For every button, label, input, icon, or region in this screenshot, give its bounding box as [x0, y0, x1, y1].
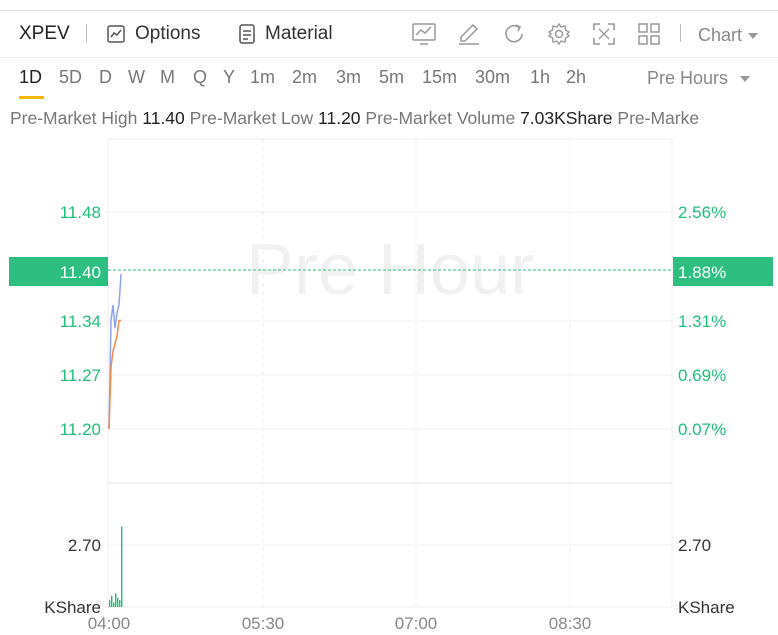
volume-value: 7.03KShare [520, 108, 613, 128]
volume-tick: 2.70 [68, 536, 101, 555]
current-pct-value: 1.88% [678, 263, 726, 282]
price-tick: 11.34 [60, 312, 101, 331]
refresh-icon[interactable] [501, 21, 527, 47]
material-button[interactable]: Material [238, 19, 333, 49]
grid [107, 138, 673, 608]
toolbar-divider [86, 24, 87, 42]
volume-bar [115, 593, 117, 607]
price-tick: 11.27 [60, 366, 101, 385]
period-selector: 1D 5D D W M Q Y 1m 2m 3m 5m 15m 30m 1h 2… [0, 58, 778, 100]
session-dropdown[interactable]: Pre Hours [647, 68, 751, 89]
low-value: 11.20 [318, 108, 361, 128]
time-tick: 07:00 [395, 614, 438, 633]
volume-bar [119, 600, 121, 607]
layout-grid-icon[interactable] [636, 21, 662, 47]
chevron-down-icon [748, 33, 759, 40]
period-1D[interactable]: 1D [19, 67, 42, 88]
period-2h[interactable]: 2h [566, 67, 586, 88]
volume-label: Pre-Market Volume [365, 108, 516, 128]
time-tick: 08:30 [549, 614, 592, 633]
chevron-down-icon [740, 76, 751, 83]
price-tick: 11.48 [60, 203, 101, 222]
active-period-indicator [19, 96, 44, 99]
period-3m[interactable]: 3m [336, 67, 361, 88]
draw-icon[interactable] [456, 21, 482, 47]
options-button[interactable]: Options [106, 19, 200, 49]
session-label: Pre Hours [647, 68, 729, 88]
low-label: Pre-Market Low [189, 108, 314, 128]
time-tick: 04:00 [88, 614, 131, 633]
high-label: Pre-Market High [10, 108, 138, 128]
pct-tick: 0.07% [678, 420, 726, 439]
period-15m[interactable]: 15m [422, 67, 457, 88]
time-tick: 05:30 [242, 614, 285, 633]
period-1h[interactable]: 1h [530, 67, 550, 88]
pct-tick: 0.69% [678, 366, 726, 385]
chart-type-label: Chart [698, 25, 743, 45]
ticker-symbol[interactable]: XPEV [19, 23, 70, 45]
period-5m[interactable]: 5m [379, 67, 404, 88]
indicator-icon[interactable] [411, 21, 437, 47]
volume-bar [117, 597, 119, 607]
document-icon [239, 24, 255, 44]
pct-tick: 2.56% [678, 203, 726, 222]
volume-bar [109, 600, 111, 607]
material-label: Material [265, 23, 333, 44]
price-chart[interactable]: Pre Hour 11.48 11.34 11.27 11.20 2.56% 1… [0, 138, 778, 635]
price-tick: 11.20 [60, 420, 101, 439]
period-2m[interactable]: 2m [292, 67, 317, 88]
options-label: Options [135, 23, 201, 44]
high-value: 11.40 [142, 108, 185, 128]
period-5D[interactable]: 5D [59, 67, 82, 88]
pct-tick: 1.31% [678, 312, 726, 331]
period-Q[interactable]: Q [193, 67, 207, 88]
period-M[interactable]: M [160, 67, 175, 88]
next-stat-label: Pre-Marke [617, 108, 700, 128]
period-D[interactable]: D [99, 67, 112, 88]
volume-tick: 2.70 [678, 536, 711, 555]
options-icon [107, 25, 125, 43]
fullscreen-icon[interactable] [591, 21, 617, 47]
period-30m[interactable]: 30m [475, 67, 510, 88]
volume-bar [113, 602, 115, 607]
toolbar-divider [680, 24, 681, 42]
period-Y[interactable]: Y [223, 67, 235, 88]
premarket-stats: Pre-Market High 11.40 Pre-Market Low 11.… [10, 108, 778, 129]
price-series-line [108, 273, 122, 430]
volume-bar [111, 595, 113, 607]
current-price-value: 11.40 [60, 263, 101, 282]
period-W[interactable]: W [128, 67, 145, 88]
volume-layer [109, 526, 123, 607]
gear-icon[interactable] [546, 21, 572, 47]
chart-type-dropdown[interactable]: Chart [698, 25, 759, 46]
period-1m[interactable]: 1m [250, 67, 275, 88]
volume-unit: KShare [678, 598, 735, 617]
volume-bar [121, 526, 123, 607]
series-layer [108, 273, 122, 430]
top-toolbar: XPEV Options Material Chart [0, 10, 778, 58]
